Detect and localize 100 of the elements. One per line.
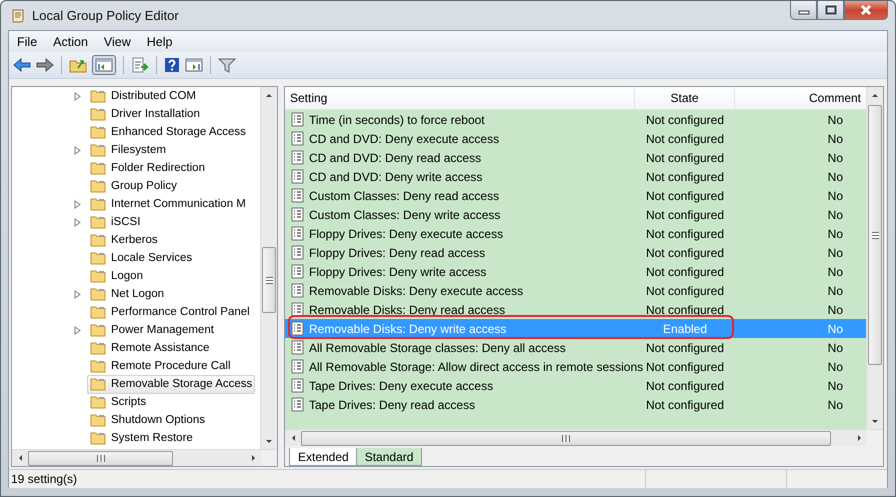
expand-arrow-icon[interactable] [74,146,81,154]
column-header[interactable]: Setting [285,87,635,109]
setting-row[interactable]: All Removable Storage: Allow direct access in remote sessions Not configured No [285,357,866,376]
expand-arrow-icon[interactable] [74,218,81,226]
help-icon[interactable] [164,57,180,73]
setting-row[interactable]: All Removable Storage classes: Deny all access Not configured No [285,338,866,357]
tree-item[interactable]: Remote Assistance [87,338,212,358]
tree-item[interactable]: System Restore [87,428,196,448]
setting-name: Custom Classes: Deny write access [309,208,500,222]
tree-item[interactable]: Logon [87,266,146,286]
setting-row[interactable]: Floppy Drives: Deny read access Not configured No [285,243,866,262]
setting-row[interactable]: Tape Drives: Deny execute access Not configured No [285,376,866,395]
tree-item[interactable]: Group Policy [87,176,180,196]
setting-name: All Removable Storage: Allow direct access in remote sessions [309,360,644,374]
menu-item[interactable]: File [9,34,46,48]
folder-up-icon[interactable] [69,57,87,73]
tree-item[interactable]: Net Logon [87,284,168,304]
setting-row[interactable]: Custom Classes: Deny write access Not configured No [285,205,866,224]
setting-name: CD and DVD: Deny read access [309,150,482,164]
policy-icon [291,150,304,165]
setting-row[interactable]: Floppy Drives: Deny write access Not configured No [285,262,866,281]
forward-arrow-icon[interactable] [36,57,54,73]
state-cell-text: Not configured [644,150,726,164]
column-header[interactable]: Comment [735,87,866,109]
policy-icon [291,188,304,203]
maximize-icon [824,5,836,15]
column-header[interactable]: State [635,87,735,109]
policy-icon [291,283,304,298]
view-tab[interactable]: Standard [356,448,422,466]
horizontal-scrollbar[interactable] [285,429,883,446]
folder-icon [90,179,106,193]
tree-item[interactable]: Driver Installation [87,104,203,124]
expand-arrow-icon[interactable] [74,92,81,100]
setting-row[interactable]: Tape Drives: Deny read access Not configured No [285,395,866,414]
folder-icon [90,341,106,355]
tree-item[interactable]: Internet Communication M [87,194,249,214]
setting-row[interactable]: Floppy Drives: Deny execute access Not configured No [285,224,866,243]
tree-item[interactable]: Shutdown Options [87,410,208,430]
tree-item[interactable]: Distributed COM [87,87,199,106]
vertical-scrollbar[interactable] [866,87,883,429]
filter-icon[interactable] [218,57,236,73]
comment-cell-text: No [826,302,844,316]
scroll-thumb[interactable] [868,105,882,365]
scroll-thumb[interactable] [301,431,831,446]
setting-row[interactable]: CD and DVD: Deny read access Not configured No [285,148,866,167]
setting-row[interactable]: Time (in seconds) to force reboot Not configured No [285,110,866,129]
scroll-thumb[interactable] [262,247,276,313]
back-arrow-icon[interactable] [13,57,31,73]
expand-arrow-icon[interactable] [74,200,81,208]
setting-row[interactable]: CD and DVD: Deny execute access Not configured No [285,129,866,148]
maximize-button[interactable] [817,1,844,20]
tree-item[interactable]: Folder Redirection [87,158,208,178]
tree-item[interactable]: Scripts [87,392,150,412]
tree-item[interactable]: Locale Services [87,248,196,268]
folder-icon [90,197,106,211]
comment-cell-text: No [826,284,844,298]
policy-icon [291,321,304,336]
setting-name: Tape Drives: Deny execute access [309,378,494,392]
minimize-button[interactable] [790,1,817,20]
comment-cell-text: No [826,398,844,412]
tree-item[interactable]: Filesystem [87,140,169,160]
setting-row[interactable]: Custom Classes: Deny read access Not configured No [285,186,866,205]
menu-item[interactable]: Help [138,34,180,48]
folder-icon [90,359,106,373]
action-pane-icon[interactable] [185,57,203,73]
vertical-scrollbar[interactable] [260,87,277,449]
comment-cell-text: No [826,340,844,354]
folder-icon [90,377,106,391]
comment-cell-text: No [826,378,844,392]
horizontal-scrollbar[interactable] [12,449,277,466]
expand-arrow-icon[interactable] [74,326,81,334]
export-list-icon[interactable] [131,57,149,73]
policy-icon [291,378,304,393]
console-tree-button[interactable] [92,55,116,75]
setting-row[interactable]: Removable Disks: Deny read access Not configured No [285,300,866,319]
comment-cell-text: No [826,264,844,278]
setting-row[interactable]: CD and DVD: Deny write access Not configured No [285,167,866,186]
folder-icon [90,413,106,427]
view-tab[interactable]: Extended [289,448,358,466]
tree-item[interactable]: iSCSI [87,212,144,232]
tree-item[interactable]: Remote Procedure Call [87,356,234,376]
close-button[interactable] [844,1,888,20]
tree-item[interactable]: Kerberos [87,230,161,250]
menu-item[interactable]: View [96,34,139,48]
tree-item[interactable]: Removable Storage Access [87,374,256,394]
scroll-thumb[interactable] [28,451,174,466]
menu-item[interactable]: Action [45,34,96,48]
comment-cell-text: No [826,322,844,336]
tree-item[interactable]: Enhanced Storage Access [87,122,249,142]
state-cell-text: Not configured [644,264,726,278]
tree-item[interactable]: Performance Control Panel [87,302,253,322]
setting-row[interactable]: Removable Disks: Deny execute access Not configured No [285,281,866,300]
tree-item[interactable]: Power Management [87,320,217,340]
state-cell-text: Not configured [644,170,726,184]
folder-icon [90,125,106,139]
state-cell-text: Not configured [644,226,726,240]
policy-icon [291,131,304,146]
policy-icon [291,112,304,127]
expand-arrow-icon[interactable] [74,290,81,298]
close-icon [859,4,873,16]
